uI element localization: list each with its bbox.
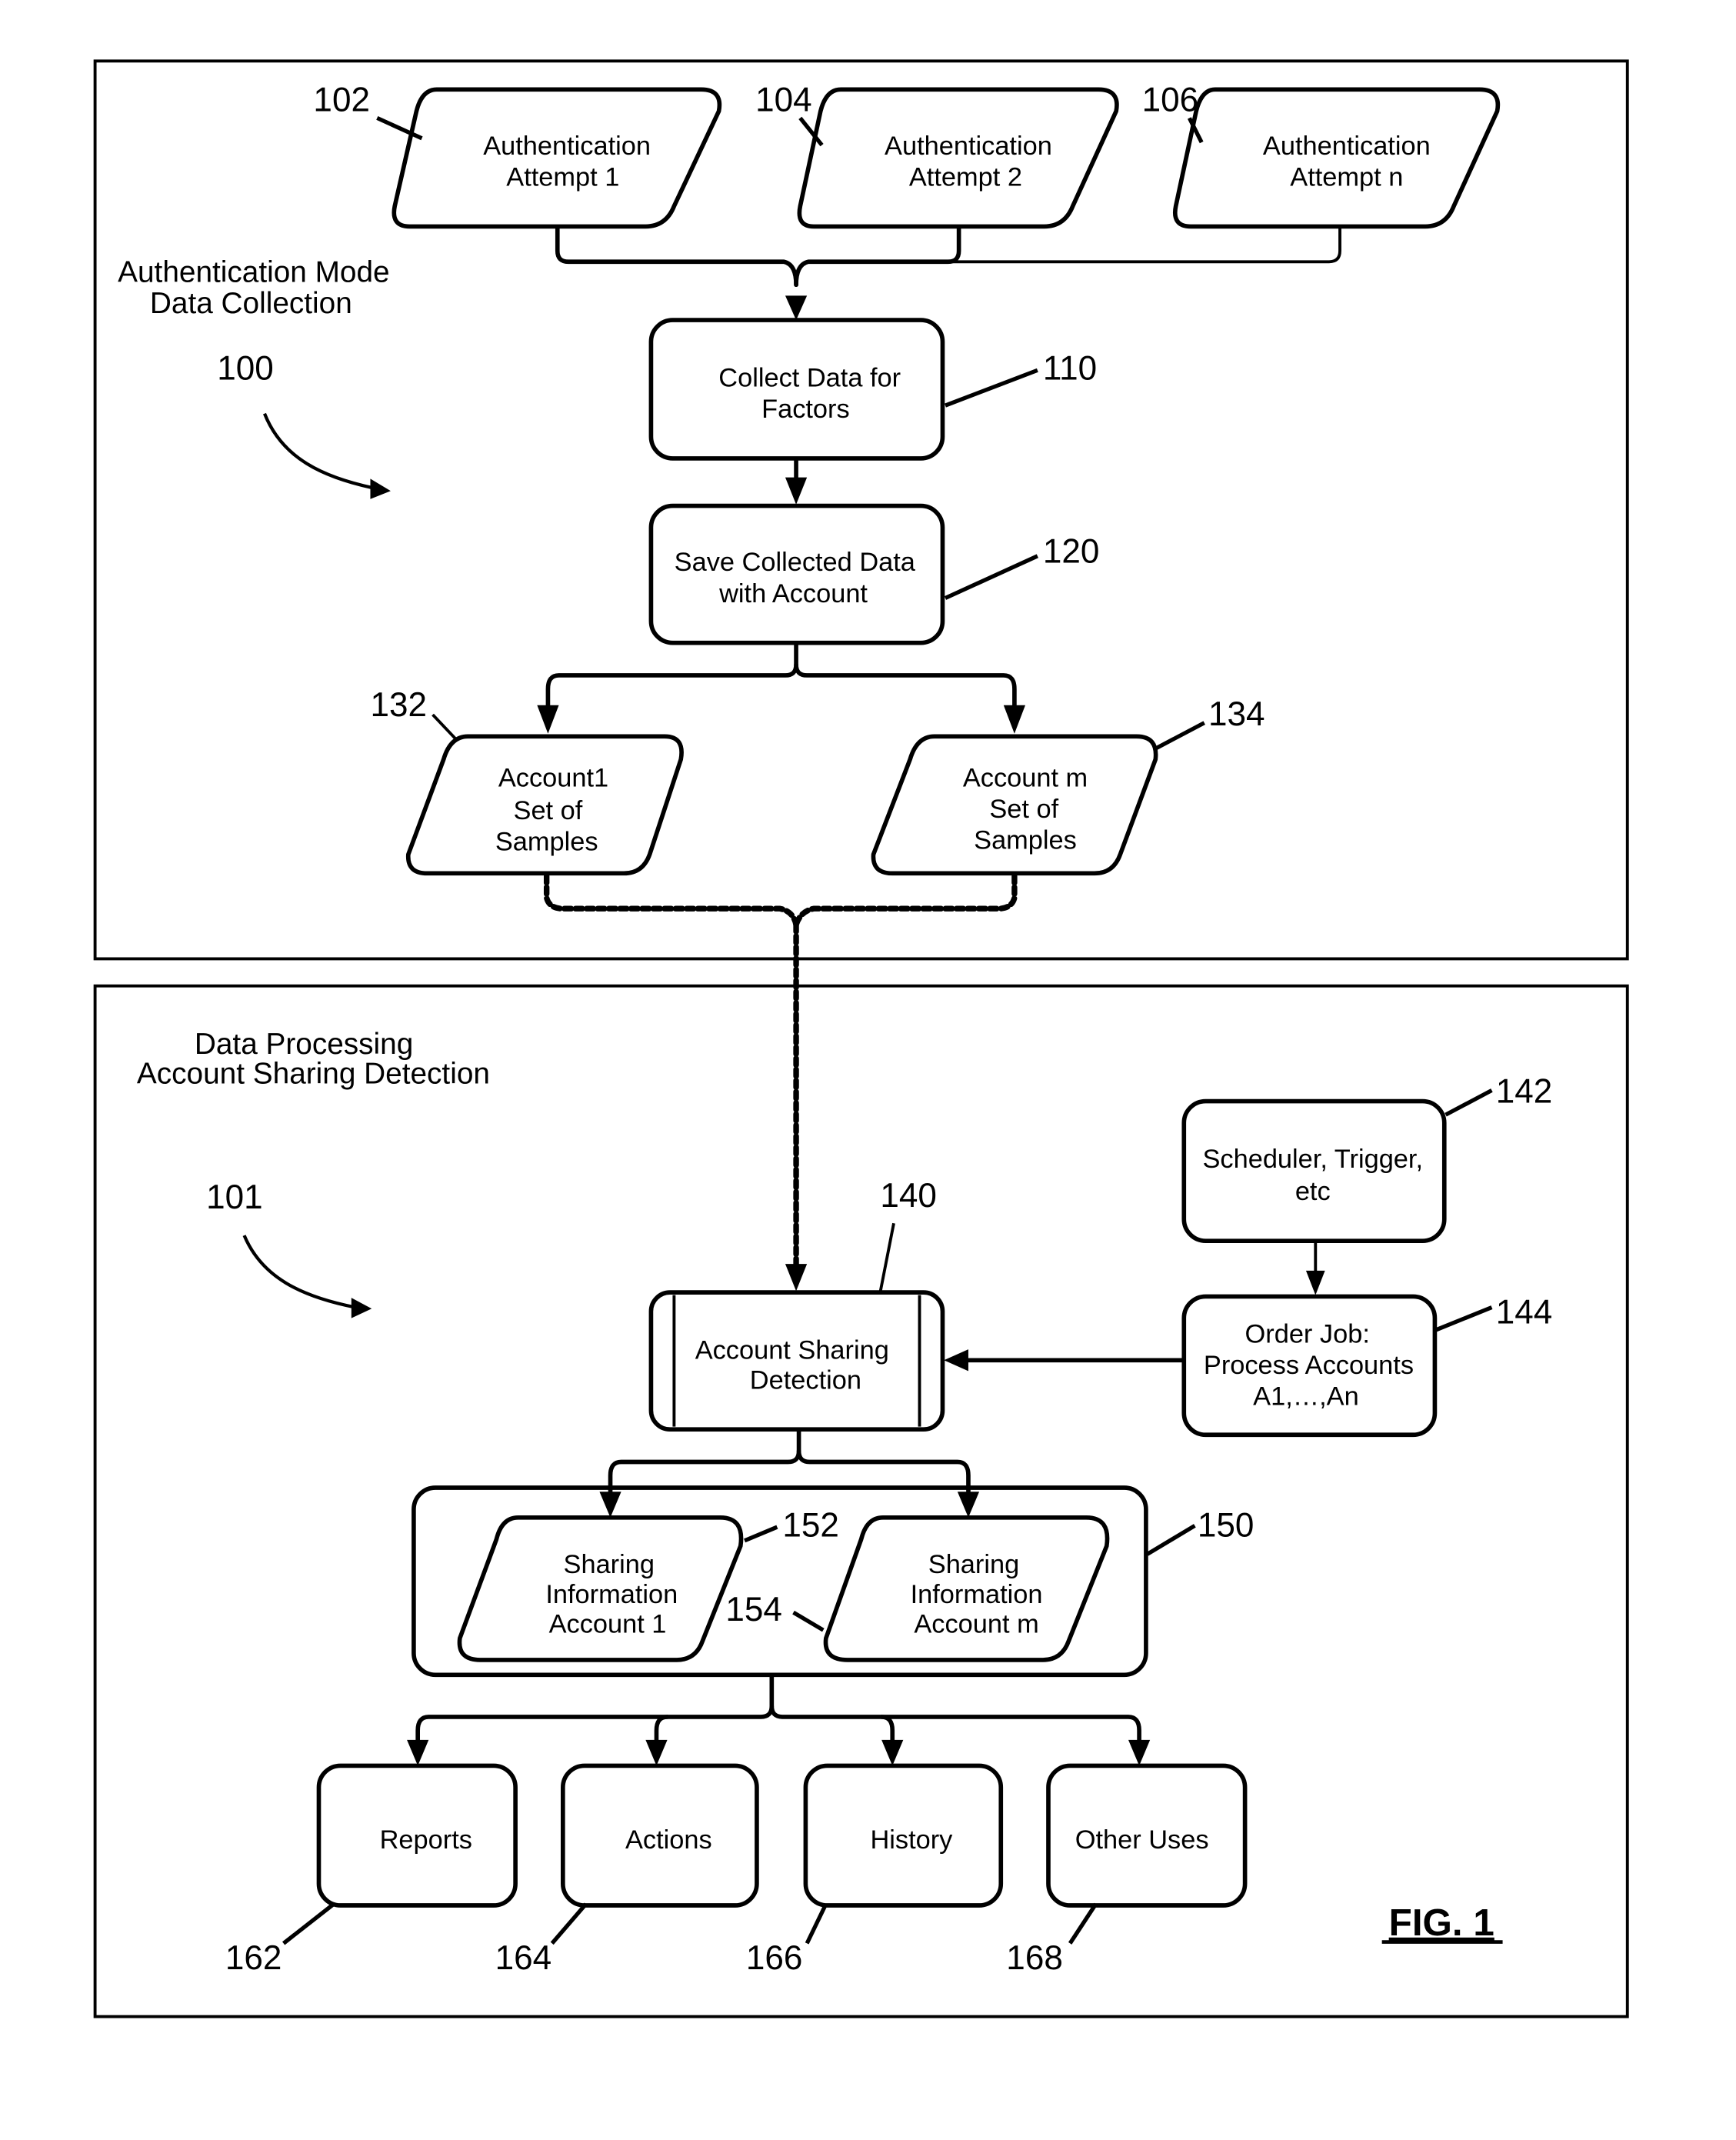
node-collect-line1: Collect Data for <box>718 363 901 392</box>
node-sharing1-line3: Account 1 <box>549 1610 667 1639</box>
ref-140: 140 <box>880 1177 937 1215</box>
node-history[interactable]: History <box>803 1763 1004 1908</box>
node-scheduler-line1: Scheduler, Trigger, <box>1203 1145 1424 1174</box>
split-connector-sharing <box>599 1428 980 1518</box>
ref-106: 106 <box>1142 82 1199 119</box>
ref-leader-152 <box>744 1525 778 1543</box>
node-actions-label: Actions <box>625 1825 712 1855</box>
node-authentication-attempt-2[interactable]: Authentication Attempt 2 <box>797 87 1119 229</box>
account-sharing-title-line1: Data Processing <box>195 1028 413 1061</box>
node-authentication-attempt-1[interactable]: Authentication Attempt 1 <box>392 87 722 229</box>
section-ref-100: 100 <box>217 350 274 388</box>
node-save-collected-data[interactable]: Save Collected Data with Account <box>648 503 945 645</box>
node-attempt1-line1: Authentication <box>483 132 651 161</box>
node-sharing1-line1: Sharing <box>564 1550 655 1579</box>
ref-leader-120 <box>944 554 1038 600</box>
merge-connector-attempts <box>555 225 1341 321</box>
node-account1-set-of-samples[interactable]: Account1 Set of Samples <box>406 734 684 876</box>
ref-120: 120 <box>1043 533 1100 571</box>
node-accountm-line2: Set of <box>989 795 1058 824</box>
node-reports[interactable]: Reports <box>316 1763 518 1908</box>
node-account-sharing-detection[interactable]: Account Sharing Detection <box>648 1290 945 1432</box>
node-save-line2: with Account <box>718 579 868 608</box>
node-account1-line2: Set of <box>514 796 583 825</box>
data-collection-title-line2: Data Collection <box>150 287 352 320</box>
node-sharing1-line2: Information <box>545 1580 678 1609</box>
ref-104: 104 <box>755 82 812 119</box>
section-101-pointer-arrow-icon <box>242 1235 372 1318</box>
node-sharing-information-account-1[interactable]: Sharing Information Account 1 <box>457 1515 744 1662</box>
node-orderjob-line1: Order Job: <box>1245 1319 1370 1348</box>
node-actions[interactable]: Actions <box>561 1763 759 1908</box>
node-accountm-line1: Account m <box>963 764 1088 793</box>
node-orderjob-line2: Process Accounts <box>1204 1351 1414 1380</box>
ref-102: 102 <box>313 82 370 119</box>
node-attempt1-line2: Attempt 1 <box>506 163 619 192</box>
figure-label: FIG. 1 <box>1389 1902 1494 1944</box>
node-accountm-line3: Samples <box>974 826 1077 855</box>
arrow-collect-to-save <box>785 457 808 505</box>
ref-leader-166 <box>805 1903 828 1945</box>
node-sharingm-line2: Information <box>911 1580 1043 1609</box>
ref-168: 168 <box>1006 1939 1063 1977</box>
node-collect-line2: Factors <box>761 395 850 424</box>
ref-110: 110 <box>1043 350 1097 388</box>
node-scheduler-trigger[interactable]: Scheduler, Trigger, etc <box>1181 1098 1447 1243</box>
node-history-label: History <box>870 1825 953 1855</box>
node-orderjob-line3: A1,…,An <box>1253 1382 1359 1411</box>
node-attempt2-line1: Authentication <box>885 132 1052 161</box>
ref-leader-144 <box>1434 1305 1493 1332</box>
ref-144: 144 <box>1496 1294 1553 1332</box>
section-ref-101: 101 <box>206 1178 263 1216</box>
ref-150: 150 <box>1198 1506 1255 1544</box>
node-save-line1: Save Collected Data <box>675 548 916 577</box>
ref-leader-134 <box>1155 721 1205 751</box>
ref-leader-140 <box>878 1222 895 1293</box>
split-connector-accounts <box>537 642 1026 734</box>
node-authentication-attempt-n[interactable]: Authentication Attempt n <box>1173 87 1501 229</box>
ref-leader-110 <box>945 368 1038 408</box>
node-detection-line1: Account Sharing <box>695 1336 889 1365</box>
ref-leader-164 <box>550 1902 588 1945</box>
node-sharingm-line3: Account m <box>914 1610 1038 1639</box>
ref-leader-150 <box>1146 1524 1196 1556</box>
node-sharingm-line1: Sharing <box>928 1550 1019 1579</box>
node-attempt2-line2: Attempt 2 <box>909 163 1022 192</box>
ref-134: 134 <box>1208 695 1265 733</box>
account-sharing-title-line2: Account Sharing Detection <box>137 1058 490 1091</box>
dotted-connector-samples-to-detection <box>543 873 1018 1292</box>
arrow-scheduler-to-orderjob <box>1305 1242 1325 1295</box>
node-scheduler-line2: etc <box>1295 1177 1331 1206</box>
ref-152: 152 <box>782 1506 839 1544</box>
node-accountm-set-of-samples[interactable]: Account m Set of Samples <box>871 734 1158 876</box>
node-other-uses[interactable]: Other Uses <box>1046 1763 1248 1908</box>
node-reports-label: Reports <box>380 1825 472 1855</box>
ref-leader-154 <box>792 1610 825 1632</box>
ref-leader-168 <box>1068 1902 1098 1945</box>
node-collect-data-for-factors[interactable]: Collect Data for Factors <box>648 318 945 461</box>
node-account1-line1: Account1 <box>498 764 608 793</box>
ref-154: 154 <box>725 1591 782 1628</box>
ref-162: 162 <box>225 1939 282 1977</box>
ref-166: 166 <box>746 1939 803 1977</box>
data-collection-title-line1: Authentication Mode <box>118 256 389 289</box>
ref-leader-132 <box>432 713 458 742</box>
patent-flow-diagram: Authentication Mode Data Collection 100 … <box>93 59 1629 2018</box>
node-sharing-information-account-m[interactable]: Sharing Information Account m <box>823 1515 1110 1662</box>
section-100-pointer-arrow-icon <box>263 412 391 499</box>
node-attemptn-line2: Attempt n <box>1290 163 1403 192</box>
ref-164: 164 <box>495 1939 552 1977</box>
node-account1-line3: Samples <box>495 827 598 856</box>
ref-132: 132 <box>370 686 427 724</box>
node-order-job[interactable]: Order Job: Process Accounts A1,…,An <box>1181 1294 1438 1438</box>
ref-142: 142 <box>1496 1072 1553 1110</box>
arrow-orderjob-to-detection <box>944 1349 1185 1372</box>
node-attemptn-line1: Authentication <box>1263 132 1431 161</box>
node-detection-line2: Detection <box>750 1365 861 1395</box>
node-other-uses-label: Other Uses <box>1075 1825 1209 1855</box>
ref-leader-162 <box>282 1902 335 1945</box>
ref-leader-142 <box>1444 1088 1493 1117</box>
fanout-connector-uses <box>407 1674 1151 1766</box>
